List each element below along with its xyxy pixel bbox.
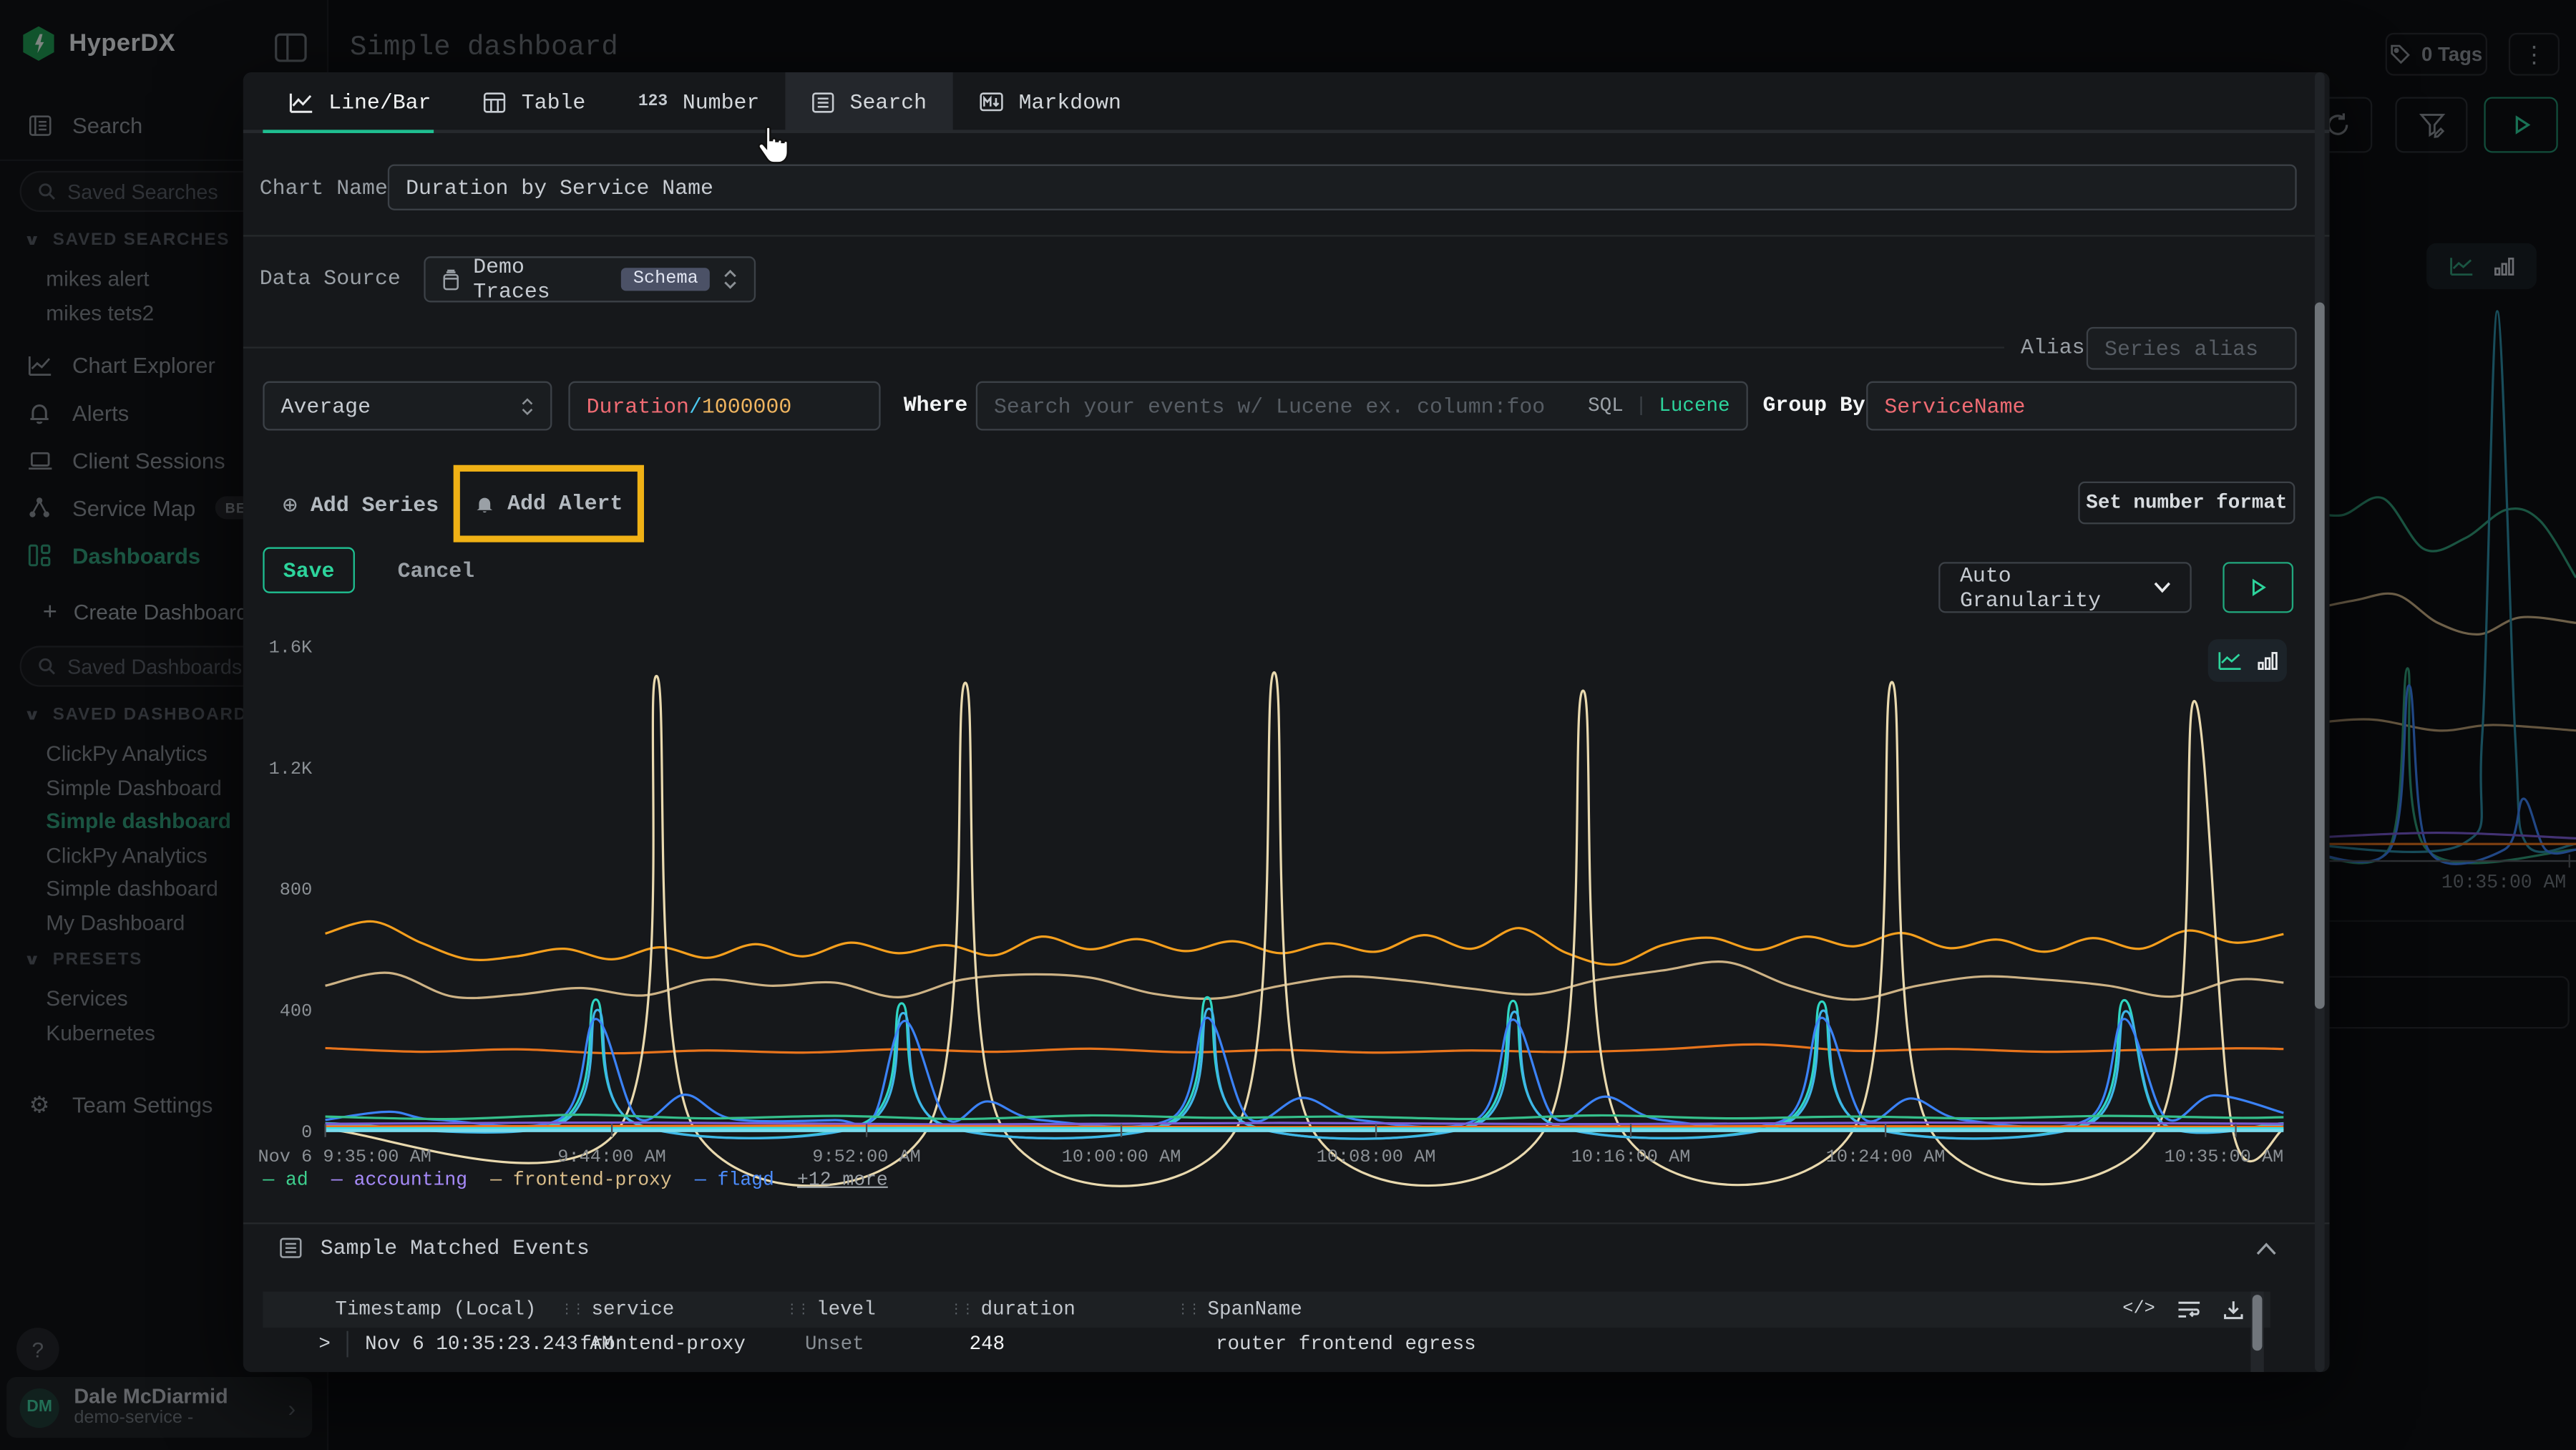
line-chart-icon — [289, 91, 313, 112]
chart-type-tabs: Line/Bar Table 123 Number Search Markdow… — [243, 72, 2330, 132]
chart-name-input[interactable]: Duration by Service Name — [388, 165, 2297, 210]
metric-expression-input[interactable]: Duration/1000000 — [568, 381, 880, 431]
save-button[interactable]: Save — [263, 548, 355, 593]
column-timestamp[interactable]: Timestamp (Local) — [335, 1298, 536, 1321]
metric-divisor: 1000000 — [702, 394, 791, 418]
add-series-button[interactable]: ⊕ Add Series — [283, 485, 439, 524]
bar-chart-icon — [2256, 651, 2278, 671]
download-icon[interactable] — [2223, 1299, 2244, 1320]
aggregation-select[interactable]: Average — [263, 381, 552, 431]
legend-item[interactable]: — accounting — [331, 1170, 467, 1192]
data-source-label: Data Source — [260, 256, 401, 302]
tab-search[interactable]: Search — [786, 72, 953, 132]
granularity-select[interactable]: Auto Granularity — [1938, 562, 2192, 613]
tab-number[interactable]: 123 Number — [612, 72, 786, 132]
column-service[interactable]: ⋮⋮service — [560, 1298, 674, 1321]
modal-scrollbar-thumb[interactable] — [2315, 302, 2325, 1008]
divider — [243, 1222, 2330, 1224]
svg-text:10:08:00 AM: 10:08:00 AM — [1317, 1147, 1436, 1167]
plus-circle-icon: ⊕ — [283, 489, 298, 520]
updown-chevron-icon — [723, 270, 738, 290]
modal-scrollbar-track[interactable] — [2315, 72, 2325, 1372]
event-row[interactable]: > Nov 6 10:35:23.243 AM frontend-proxy U… — [263, 1324, 2270, 1363]
svg-text:400: 400 — [280, 1001, 312, 1021]
wrap-text-icon[interactable] — [2177, 1300, 2201, 1320]
svg-text:0: 0 — [301, 1122, 312, 1143]
query-language-toggle[interactable]: SQL | Lucene — [1588, 394, 1729, 417]
legend-item[interactable]: — flagd — [695, 1170, 774, 1192]
add-alert-button-highlighted[interactable]: Add Alert — [454, 465, 644, 542]
svg-text:10:00:00 AM: 10:00:00 AM — [1062, 1147, 1181, 1167]
svg-text:800: 800 — [280, 880, 312, 900]
where-label: Where — [904, 381, 968, 431]
drag-handle-icon[interactable]: ⋮⋮ — [560, 1301, 583, 1318]
column-duration[interactable]: ⋮⋮duration — [950, 1298, 1075, 1321]
column-level[interactable]: ⋮⋮level — [785, 1298, 875, 1321]
screen: HyperDX Search Saved Searches ∨ SAVED SE… — [0, 0, 2576, 1450]
chart-legend: — ad — accounting — frontend-proxy — fla… — [263, 1170, 887, 1192]
edit-chart-modal: Line/Bar Table 123 Number Search Markdow… — [243, 72, 2330, 1372]
divider — [243, 235, 2330, 236]
group-by-input[interactable]: ServiceName — [1866, 381, 2297, 431]
code-icon[interactable]: </> — [2122, 1300, 2155, 1320]
tab-table[interactable]: Table — [457, 72, 612, 132]
chevron-down-icon — [2153, 582, 2170, 593]
event-row-partial[interactable]: > Nov 6 10:35:23.243 AM frontend-proxy U… — [263, 1366, 2270, 1372]
svg-text:9:52:00 AM: 9:52:00 AM — [812, 1147, 921, 1167]
legend-item[interactable]: — ad — [263, 1170, 308, 1192]
data-source-select[interactable]: Demo Traces Schema — [424, 256, 756, 302]
column-spanname[interactable]: ⋮⋮SpanName — [1176, 1298, 1302, 1321]
drag-handle-icon[interactable]: ⋮⋮ — [785, 1301, 808, 1318]
legend-more-link[interactable]: +12 more — [797, 1170, 888, 1192]
set-number-format-button[interactable]: Set number format — [2078, 482, 2295, 525]
events-list-icon — [279, 1237, 302, 1259]
chart-name-label: Chart Name — [260, 166, 388, 212]
duration-chart[interactable]: Nov 6 9:35:00 AM9:44:00 AM9:52:00 AM10:0… — [326, 641, 2284, 1186]
svg-text:10:16:00 AM: 10:16:00 AM — [1571, 1147, 1691, 1167]
line-chart-icon — [2217, 651, 2241, 671]
table-header-actions: </> — [2122, 1292, 2243, 1328]
alias-label: Alias — [2021, 327, 2085, 370]
svg-text:10:24:00 AM: 10:24:00 AM — [1826, 1147, 1946, 1167]
svg-text:1.2K: 1.2K — [269, 759, 313, 779]
sample-events-header: Sample Matched Events — [279, 1236, 590, 1260]
run-chart-button[interactable] — [2223, 562, 2293, 613]
svg-text:10:35:00 AM: 10:35:00 AM — [2165, 1147, 2284, 1167]
database-icon — [442, 268, 460, 290]
chart-view-toggle[interactable] — [2208, 639, 2287, 682]
expand-row-icon[interactable]: > — [318, 1333, 331, 1356]
collapse-chevron-up-icon[interactable] — [2255, 1242, 2277, 1255]
schema-badge: Schema — [622, 268, 710, 291]
svg-text:Nov 6 9:35:00 AM: Nov 6 9:35:00 AM — [258, 1147, 431, 1167]
legend-item[interactable]: — frontend-proxy — [490, 1170, 672, 1192]
where-search-input[interactable]: Search your events w/ Lucene ex. column:… — [976, 381, 1748, 431]
search-list-icon — [812, 91, 835, 112]
hand-cursor — [753, 125, 792, 167]
active-tab-indicator — [263, 130, 434, 133]
metric-slash: / — [689, 394, 702, 418]
drag-handle-icon[interactable]: ⋮⋮ — [1176, 1301, 1199, 1318]
markdown-icon — [980, 92, 1004, 112]
svg-text:9:44:00 AM: 9:44:00 AM — [557, 1147, 666, 1167]
tabs-underline — [243, 130, 2330, 133]
cancel-button[interactable]: Cancel — [384, 548, 487, 593]
group-by-label: Group By — [1763, 381, 1865, 431]
bell-icon — [474, 492, 494, 515]
tab-line-bar[interactable]: Line/Bar — [263, 72, 457, 132]
alias-input[interactable]: Series alias — [2087, 327, 2297, 370]
number-123-icon: 123 — [638, 93, 668, 111]
drag-handle-icon[interactable]: ⋮⋮ — [950, 1301, 972, 1318]
tab-markdown[interactable]: Markdown — [953, 72, 1148, 132]
updown-chevron-icon — [521, 396, 534, 414]
svg-text:1.6K: 1.6K — [269, 637, 313, 658]
play-icon — [2249, 578, 2267, 596]
metric-field: Duration — [587, 394, 689, 418]
table-icon — [484, 91, 507, 112]
divider — [243, 346, 2004, 348]
events-table-header: Timestamp (Local) ⋮⋮service ⋮⋮level ⋮⋮du… — [263, 1292, 2270, 1328]
